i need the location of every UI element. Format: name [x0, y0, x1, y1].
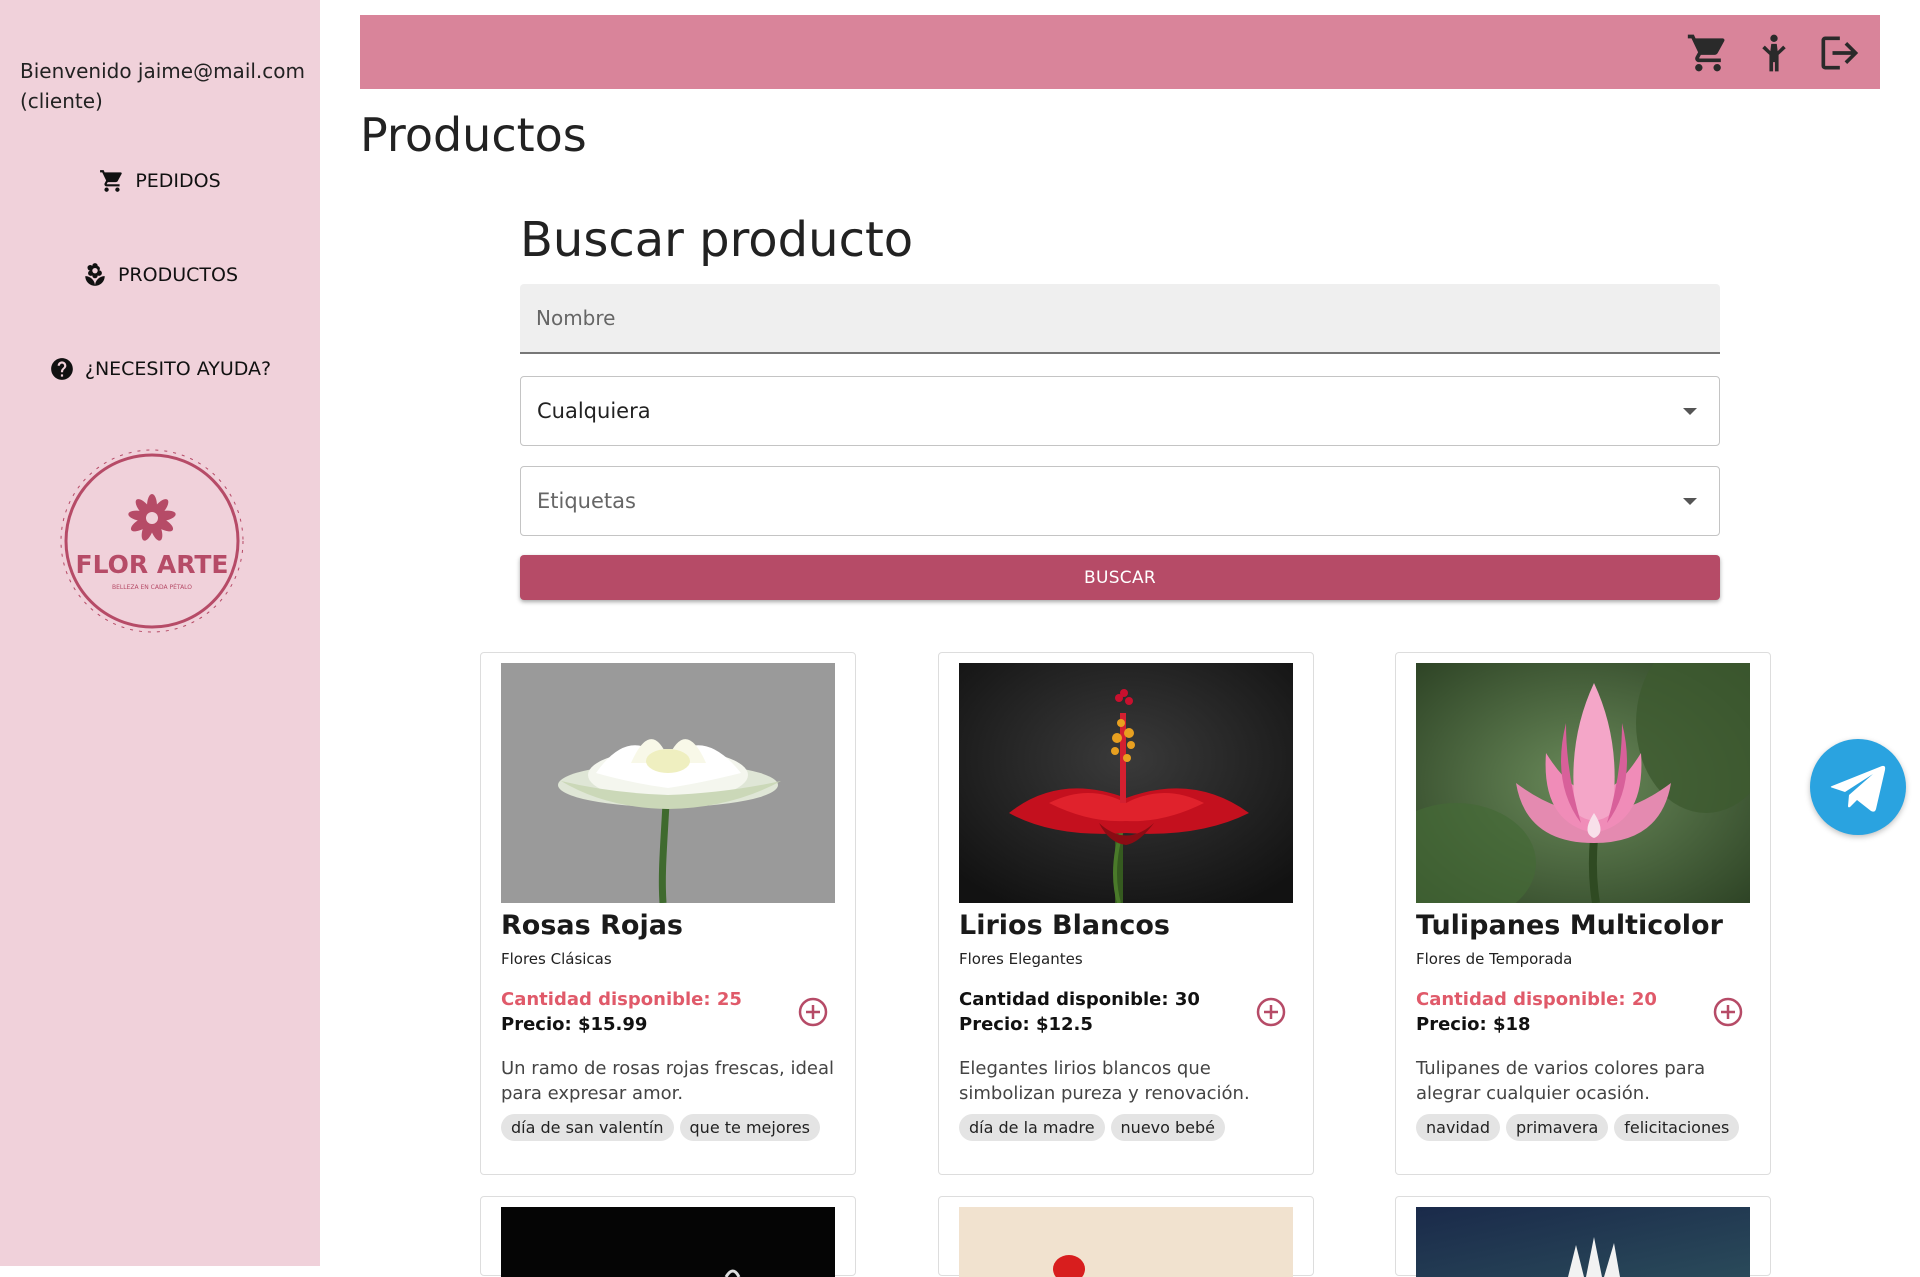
product-image: [501, 663, 835, 903]
product-name: Rosas Rojas: [501, 910, 683, 941]
add-circle-icon: [1256, 997, 1286, 1027]
product-image: [959, 1207, 1293, 1277]
telegram-icon: [1830, 765, 1886, 812]
cart-icon: [100, 170, 123, 192]
category-select[interactable]: Cualquiera: [520, 376, 1720, 446]
logout-icon: [1821, 36, 1859, 70]
help-icon: [51, 358, 73, 380]
flor-arte-logo: FLOR ARTE BELLEZA EN CADA PÉTALO: [60, 446, 244, 636]
category-select-value: Cualquiera: [537, 399, 651, 423]
product-category: Flores Elegantes: [959, 950, 1083, 968]
product-category: Flores Clásicas: [501, 950, 612, 968]
chevron-down-icon: [1683, 498, 1697, 505]
accessibility-icon: [1762, 34, 1786, 72]
product-card: Rosas Rojas Flores Clásicas Cantidad dis…: [480, 652, 856, 1175]
svg-text:FLOR ARTE: FLOR ARTE: [76, 550, 229, 579]
sidebar-item-label: ¿NECESITO AYUDA?: [84, 358, 272, 380]
sidebar-item-pedidos[interactable]: PEDIDOS: [0, 168, 320, 194]
product-image: [501, 1207, 835, 1277]
sidebar-item-label: PRODUCTOS: [117, 264, 239, 286]
add-circle-icon: [1713, 997, 1743, 1027]
product-image: [959, 663, 1293, 903]
product-category: Flores de Temporada: [1416, 950, 1573, 968]
product-card: [480, 1196, 856, 1277]
product-description: Elegantes lirios blancos que simbolizan …: [959, 1058, 1250, 1104]
telegram-button[interactable]: [1810, 739, 1906, 835]
sidebar-item-productos[interactable]: PRODUCTOS: [0, 262, 320, 288]
product-card: Tulipanes Multicolor Flores de Temporada…: [1395, 652, 1771, 1175]
product-description: Un ramo de rosas rojas frescas, ideal pa…: [501, 1058, 834, 1104]
chevron-down-icon: [1683, 408, 1697, 415]
tag-chip[interactable]: navidad: [1416, 1114, 1500, 1141]
sidebar: Bienvenido jaime@mail.com (cliente) PEDI…: [0, 0, 320, 1266]
add-to-cart-button[interactable]: [1712, 996, 1744, 1028]
flower-icon: [85, 263, 105, 286]
product-card: [1395, 1196, 1771, 1277]
tag-chip[interactable]: nuevo bebé: [1110, 1114, 1225, 1141]
product-name: Lirios Blancos: [959, 910, 1170, 941]
add-to-cart-button[interactable]: [797, 996, 829, 1028]
tag-chip[interactable]: que te mejores: [679, 1114, 821, 1141]
welcome-text: Bienvenido jaime@mail.com (cliente): [20, 59, 305, 113]
search-button[interactable]: BUSCAR: [520, 555, 1720, 600]
tag-chip[interactable]: día de la madre: [959, 1114, 1105, 1141]
name-input[interactable]: [520, 284, 1720, 352]
product-name: Tulipanes Multicolor: [1416, 910, 1723, 941]
product-image: [1416, 663, 1750, 903]
tags-select-placeholder: Etiquetas: [537, 489, 636, 513]
product-price: Precio: $12.5: [959, 1014, 1093, 1035]
product-card: [938, 1196, 1314, 1277]
product-tags: navidad primavera felicitaciones: [1416, 1114, 1740, 1141]
product-quantity: Cantidad disponible: 30: [959, 989, 1200, 1010]
product-price: Precio: $18: [1416, 1014, 1531, 1035]
product-description: Tulipanes de varios colores para alegrar…: [1416, 1058, 1706, 1104]
add-to-cart-button[interactable]: [1255, 996, 1287, 1028]
product-price: Precio: $15.99: [501, 1014, 648, 1035]
logout-button[interactable]: [1816, 31, 1860, 75]
product-image: [1416, 1207, 1750, 1277]
product-card: Lirios Blancos Flores Elegantes Cantidad…: [938, 652, 1314, 1175]
sidebar-item-ayuda[interactable]: ¿NECESITO AYUDA?: [0, 356, 320, 382]
cart-icon: [1687, 34, 1725, 72]
product-tags: día de la madre nuevo bebé: [959, 1114, 1225, 1141]
tag-chip[interactable]: primavera: [1505, 1114, 1609, 1141]
product-quantity: Cantidad disponible: 20: [1416, 989, 1657, 1010]
page-title: Productos: [360, 108, 587, 162]
accessibility-button[interactable]: [1752, 31, 1796, 75]
sidebar-item-label: PEDIDOS: [135, 170, 221, 192]
cart-button[interactable]: [1686, 31, 1730, 75]
tag-chip[interactable]: felicitaciones: [1614, 1114, 1740, 1141]
add-circle-icon: [798, 997, 828, 1027]
product-quantity: Cantidad disponible: 25: [501, 989, 742, 1010]
product-tags: día de san valentín que te mejores: [501, 1114, 821, 1141]
tag-chip[interactable]: día de san valentín: [501, 1114, 674, 1141]
svg-text:BELLEZA EN CADA PÉTALO: BELLEZA EN CADA PÉTALO: [112, 583, 192, 591]
name-field[interactable]: [520, 284, 1720, 354]
search-title: Buscar producto: [520, 212, 914, 268]
tags-select[interactable]: Etiquetas: [520, 466, 1720, 536]
top-bar: [360, 15, 1880, 89]
